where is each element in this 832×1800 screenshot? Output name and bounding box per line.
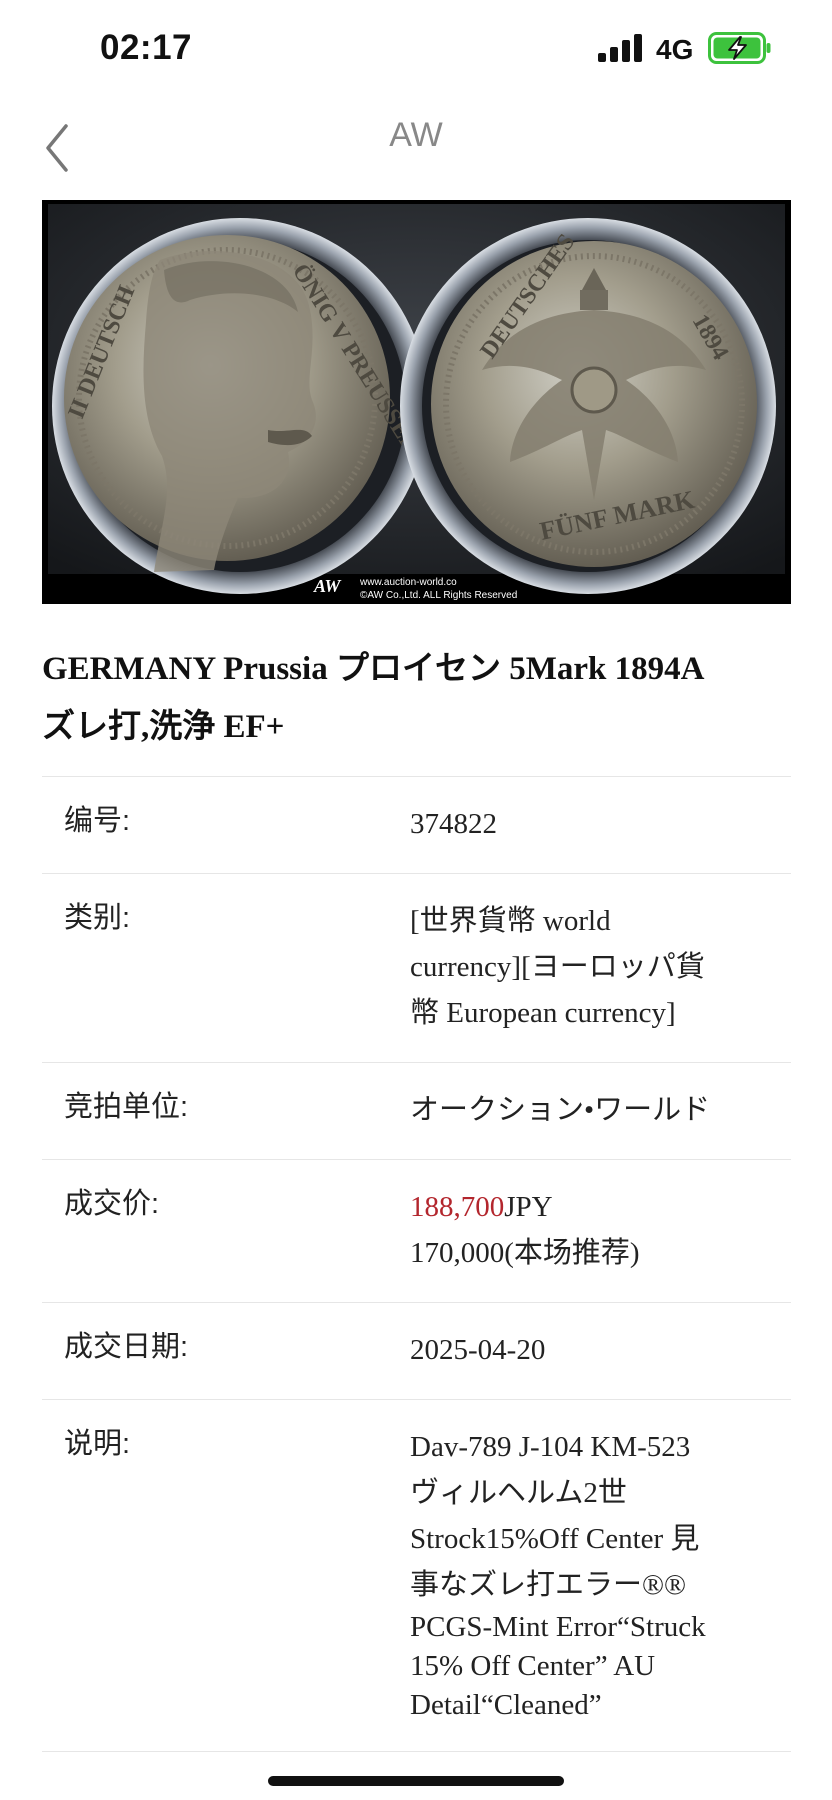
- nav-bar: AW: [0, 98, 832, 192]
- title-line: ズレ打,洗浄 EF+: [42, 709, 285, 745]
- number-value: 374822: [410, 808, 497, 840]
- row-description: 说明: Dav-789 J-104 KM-523 ヴィルヘルム2世 Strock…: [42, 1399, 791, 1752]
- price-label: 成交价:: [64, 1188, 160, 1220]
- description-value: Dav-789 J-104 KM-523 ヴィルヘルム2世 Strock15%O…: [410, 1424, 791, 1725]
- network-type: 4G: [656, 34, 694, 65]
- row-date: 成交日期: 2025-04-20: [42, 1302, 791, 1399]
- description-line: Detail“Cleaned”: [410, 1689, 602, 1721]
- status-bar: 02:17 4G: [0, 0, 832, 98]
- description-line: 事なズレ打エラー®®: [410, 1569, 687, 1601]
- category-line: currency][ヨーロッパ貨: [410, 951, 705, 983]
- description-line: 15% Off Center” AU: [410, 1650, 656, 1682]
- date-value: 2025-04-20: [410, 1334, 546, 1366]
- price-recommend: 170,000(本场推荐): [410, 1237, 640, 1269]
- row-auction-house: 竞拍单位: オークション•ワールド: [42, 1062, 791, 1159]
- category-line: [世界貨幣 world: [410, 905, 611, 937]
- price-main: 188,700JPY: [410, 1184, 761, 1230]
- home-indicator[interactable]: [268, 1776, 564, 1786]
- price-amount: 188,700: [410, 1191, 505, 1223]
- auction-house-value: オークション•ワールド: [410, 1094, 711, 1126]
- row-number: 编号: 374822: [42, 776, 791, 873]
- category-line: 幣 European currency]: [410, 997, 676, 1029]
- description-line: ヴィルヘルム2世: [410, 1477, 627, 1509]
- cellular-signal-icon: [598, 34, 642, 62]
- category-value: [世界貨幣 world currency][ヨーロッパ貨 幣 European …: [410, 898, 791, 1036]
- description-label: 说明:: [64, 1428, 131, 1460]
- description-line: Strock15%Off Center 見: [410, 1523, 700, 1555]
- detail-table: 编号: 374822 类别: [世界貨幣 world currency][ヨーロ…: [42, 776, 791, 1752]
- number-label: 编号:: [64, 805, 131, 837]
- date-label: 成交日期:: [64, 1331, 189, 1363]
- row-category: 类别: [世界貨幣 world currency][ヨーロッパ貨 幣 Europ…: [42, 873, 791, 1062]
- title-line: GERMANY Prussia プロイセン 5Mark 1894A: [42, 651, 705, 687]
- auction-house-label: 竞拍单位:: [64, 1091, 189, 1123]
- reverse-coin: DEUTSCHES 1894 FÜNF MARK: [400, 218, 776, 594]
- price-currency: JPY: [504, 1191, 553, 1223]
- status-time: 02:17: [100, 28, 193, 67]
- coin-photo[interactable]: II DEUTSCH ÖNIG V PREUSSEN DEUTSCHES 189…: [42, 200, 791, 604]
- watermark-url: www.auction-world.co: [359, 577, 457, 588]
- description-line: PCGS-Mint Error“Struck: [410, 1611, 706, 1643]
- battery-charging-icon: [708, 32, 771, 64]
- row-price: 成交价: 188,700JPY 170,000(本场推荐): [42, 1159, 791, 1302]
- description-line: Dav-789 J-104 KM-523: [410, 1431, 691, 1463]
- obverse-coin: II DEUTSCH ÖNIG V PREUSSEN: [52, 218, 428, 594]
- nav-title: AW: [389, 116, 443, 154]
- watermark-copyright: ©AW Co.,Ltd. ALL Rights Reserved: [360, 590, 517, 601]
- category-label: 类别:: [64, 902, 131, 934]
- price-value: 188,700JPY 170,000(本场推荐): [410, 1184, 791, 1276]
- coin-title: GERMANY Prussia プロイセン 5Mark 1894A ズレ打,洗浄…: [42, 640, 802, 756]
- watermark-logo: AW: [313, 576, 342, 596]
